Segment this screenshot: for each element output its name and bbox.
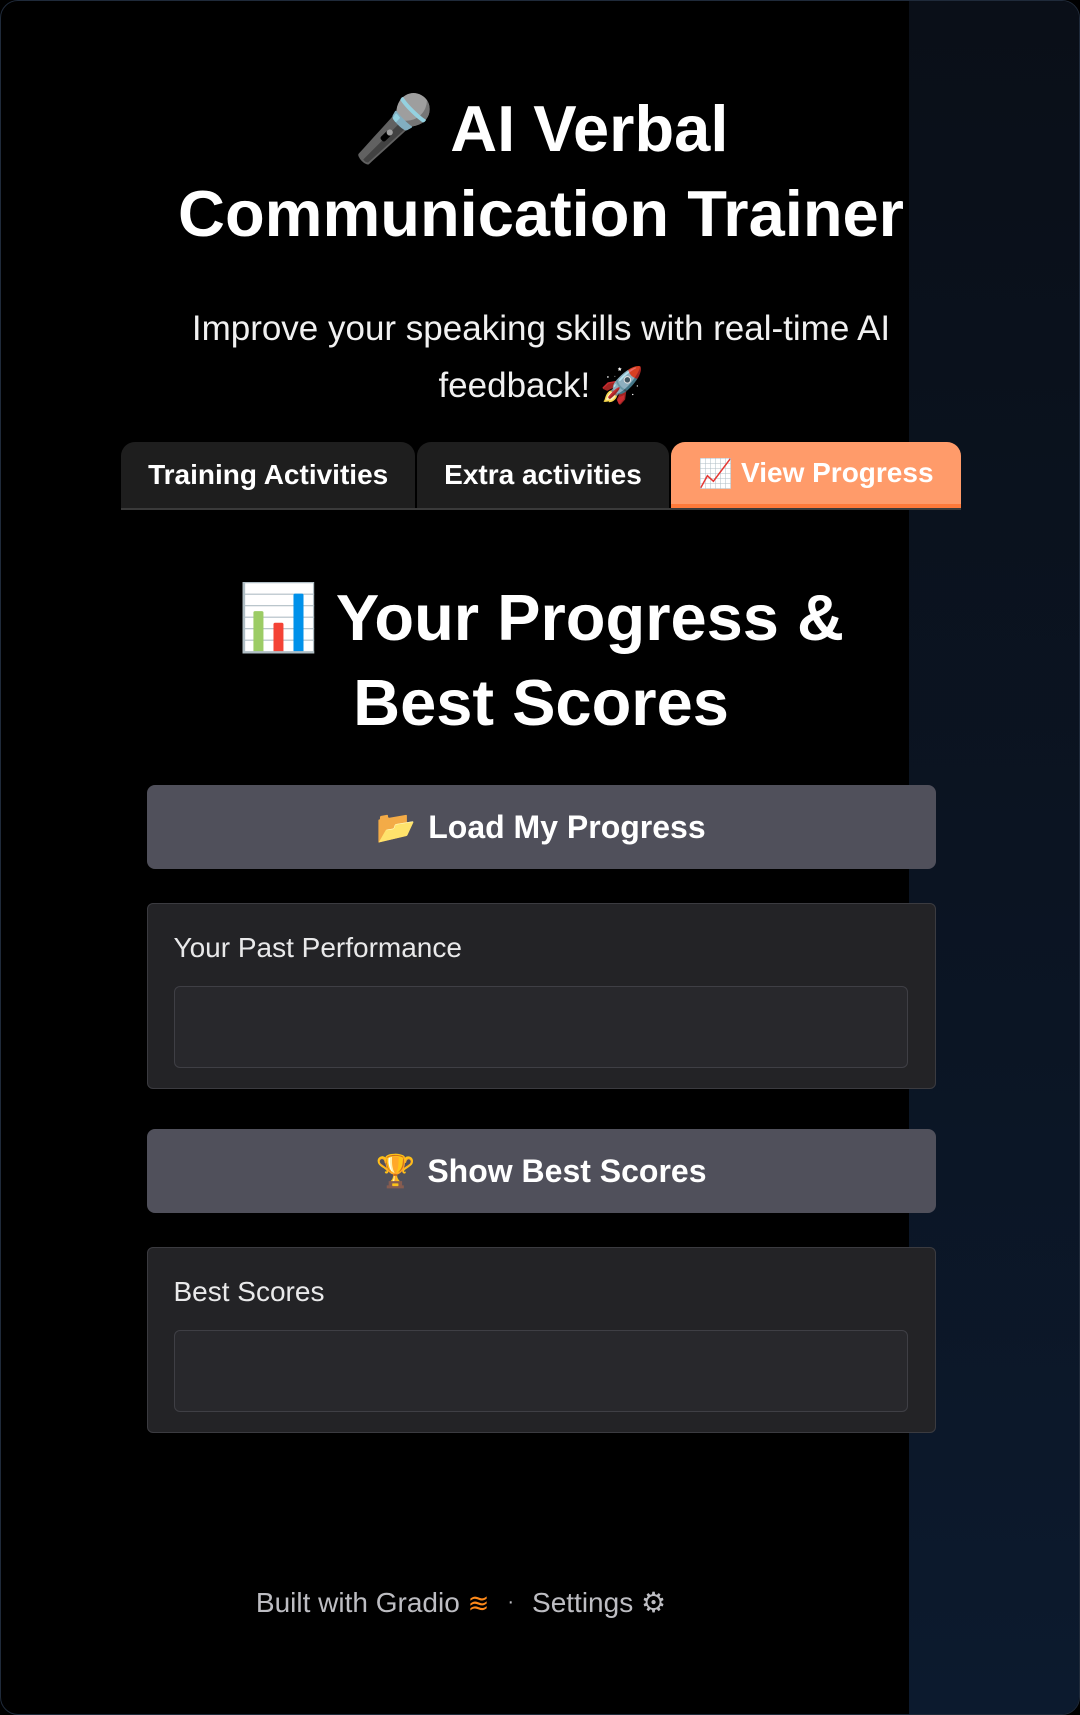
settings-link[interactable]: Settings ⚙ xyxy=(532,1586,666,1619)
tab-label: View Progress xyxy=(741,457,934,488)
page-title: 🎤 AI Verbal Communication Trainer xyxy=(121,87,961,256)
tab-label: Training Activities xyxy=(148,459,389,490)
footer-separator: · xyxy=(507,1591,515,1613)
gradio-logo-icon: ≋ xyxy=(467,1587,490,1618)
best-scores-output[interactable] xyxy=(173,1330,908,1412)
best-scores-panel: Best Scores xyxy=(146,1247,936,1433)
section-title-text: Your Progress & Best Scores xyxy=(335,581,844,739)
load-progress-button[interactable]: 📂 Load My Progress xyxy=(146,785,936,869)
page-subtitle: Improve your speaking skills with real-t… xyxy=(191,309,891,405)
show-best-scores-button[interactable]: 🏆 Show Best Scores xyxy=(146,1129,936,1213)
best-scores-label: Best Scores xyxy=(173,1276,325,1307)
section-title: 📊 Your Progress & Best Scores xyxy=(121,576,961,745)
tab-bar: Training Activities Extra activities 📈 V… xyxy=(121,442,962,510)
chart-increasing-icon: 📈 xyxy=(698,457,734,489)
tab-training-activities[interactable]: Training Activities xyxy=(121,442,416,508)
bar-chart-icon: 📊 xyxy=(238,581,319,656)
gear-icon: ⚙ xyxy=(640,1587,667,1618)
trophy-icon: 🏆 xyxy=(375,1153,416,1189)
tab-extra-activities[interactable]: Extra activities xyxy=(417,442,669,508)
tab-label: Extra activities xyxy=(444,459,642,490)
built-with-gradio-link[interactable]: Built with Gradio ≋ xyxy=(256,1587,489,1619)
app-window: 🎤 AI Verbal Communication Trainer Improv… xyxy=(0,0,1080,1715)
microphone-icon: 🎤 xyxy=(353,92,435,167)
footer: Built with Gradio ≋ · Settings ⚙ xyxy=(1,1586,1001,1619)
past-performance-panel: Your Past Performance xyxy=(146,903,936,1089)
load-progress-label: Load My Progress xyxy=(428,808,706,845)
past-performance-output[interactable] xyxy=(173,986,908,1068)
main-container: 🎤 AI Verbal Communication Trainer Improv… xyxy=(121,1,962,1433)
tab-view-progress[interactable]: 📈 View Progress xyxy=(670,442,962,508)
page-title-text: AI Verbal Communication Trainer xyxy=(178,92,904,250)
show-best-scores-label: Show Best Scores xyxy=(427,1152,707,1189)
settings-text: Settings xyxy=(532,1587,634,1618)
built-with-gradio-text: Built with Gradio xyxy=(255,1586,460,1618)
folder-open-icon: 📂 xyxy=(376,809,417,845)
past-performance-label: Your Past Performance xyxy=(173,932,462,963)
